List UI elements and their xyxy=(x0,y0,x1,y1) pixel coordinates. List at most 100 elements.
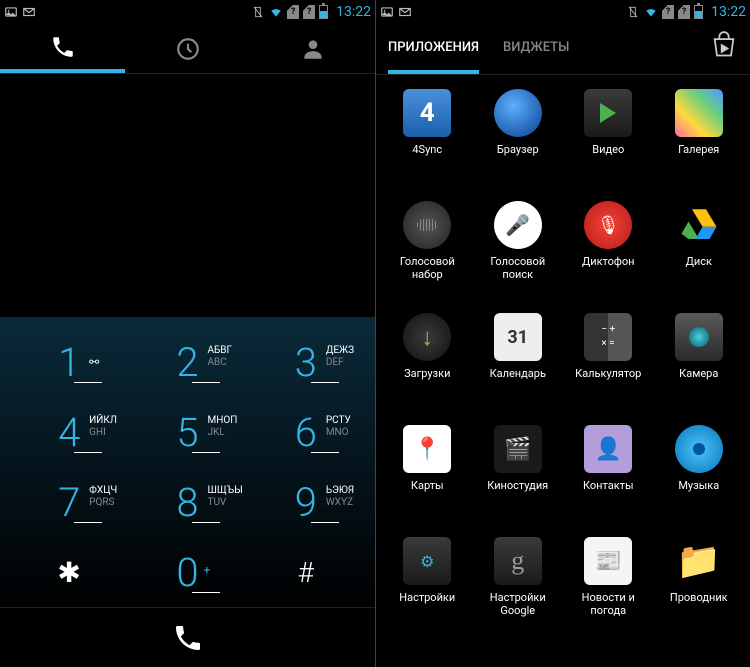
app-browser[interactable]: Браузер xyxy=(475,89,562,193)
key-2[interactable]: 2 АБВГABC xyxy=(128,327,246,397)
contacts-icon xyxy=(584,425,632,473)
vibrate-icon xyxy=(626,5,640,19)
app-label: Голосовой набор xyxy=(387,255,467,281)
wifi-icon xyxy=(644,5,658,19)
gallery-icon xyxy=(675,89,723,137)
app-movie[interactable]: Киностудия xyxy=(475,425,562,529)
app-label: Контакты xyxy=(583,479,634,492)
voicedial-icon xyxy=(403,201,451,249)
downloads-icon xyxy=(403,313,451,361)
key-pound[interactable]: # xyxy=(247,537,365,607)
picture-icon xyxy=(380,5,394,19)
app-camera[interactable]: Камера xyxy=(656,313,743,417)
key-5[interactable]: 5 МНОПJKL xyxy=(128,397,246,467)
app-label: Диктофон xyxy=(582,255,635,268)
key-7[interactable]: 7 ФХЦЧPQRS xyxy=(10,467,128,537)
app-gallery[interactable]: Галерея xyxy=(656,89,743,193)
key-star[interactable]: ✱ xyxy=(10,537,128,607)
app-files[interactable]: Проводник xyxy=(656,537,743,641)
clock-time: 13:22 xyxy=(711,4,746,20)
dialer-body: 1 ⚯ 2 АБВГABC 3 ДЕЖЗDEF 4 ИЙК xyxy=(0,74,375,667)
key-9[interactable]: 9 ЬЭЮЯWXYZ xyxy=(247,467,365,537)
tab-apps[interactable]: ПРИЛОЖЕНИЯ xyxy=(388,24,479,74)
app-label: Новости и погода xyxy=(568,591,648,617)
voicesearch-icon xyxy=(494,201,542,249)
battery-icon xyxy=(694,5,703,19)
app-grid: 4Sync Браузер Видео Галерея Голосовой набор Г… xyxy=(376,75,750,667)
app-drive[interactable]: Диск xyxy=(656,201,743,305)
app-contacts[interactable]: Контакты xyxy=(565,425,652,529)
status-bar: ? ? 13:22 xyxy=(376,0,750,24)
files-icon xyxy=(675,537,723,585)
app-label: Камера xyxy=(679,367,718,380)
tab-dialer[interactable] xyxy=(0,24,125,73)
app-label: Проводник xyxy=(670,591,728,604)
app-music[interactable]: Музыка xyxy=(656,425,743,529)
4sync-icon xyxy=(403,89,451,137)
app-voicesearch[interactable]: Голосовой поиск xyxy=(475,201,562,305)
voicemail-icon: ⚯ xyxy=(89,355,99,369)
app-calendar[interactable]: Календарь xyxy=(475,313,562,417)
picture-icon xyxy=(4,5,18,19)
app-label: Галерея xyxy=(678,143,719,156)
music-icon xyxy=(675,425,723,473)
gsettings-icon xyxy=(494,537,542,585)
app-label: Браузер xyxy=(497,143,539,156)
app-maps[interactable]: Карты xyxy=(384,425,471,529)
app-calc[interactable]: Калькулятор xyxy=(565,313,652,417)
tab-contacts[interactable] xyxy=(250,24,375,73)
app-label: Калькулятор xyxy=(575,367,641,380)
app-label: Диск xyxy=(686,255,712,268)
key-3[interactable]: 3 ДЕЖЗDEF xyxy=(247,327,365,397)
tab-recent[interactable] xyxy=(125,24,250,73)
app-label: Карты xyxy=(411,479,444,492)
calc-icon xyxy=(584,313,632,361)
key-4[interactable]: 4 ИЙКЛGHI xyxy=(10,397,128,467)
app-label: 4Sync xyxy=(412,143,442,156)
app-downloads[interactable]: Загрузки xyxy=(384,313,471,417)
app-news[interactable]: Новости и погода xyxy=(565,537,652,641)
browser-icon xyxy=(494,89,542,137)
drawer-tabs: ПРИЛОЖЕНИЯ ВИДЖЕТЫ xyxy=(376,24,750,74)
key-8[interactable]: 8 ШЩЪЫTUV xyxy=(128,467,246,537)
sim1-icon: ? xyxy=(662,5,674,19)
sim2-icon: ? xyxy=(678,5,690,19)
news-icon xyxy=(584,537,632,585)
movie-icon xyxy=(494,425,542,473)
play-store-icon[interactable] xyxy=(710,31,738,63)
key-6[interactable]: 6 РСТУMNO xyxy=(247,397,365,467)
mail-icon xyxy=(398,5,412,19)
sim1-icon: ? xyxy=(287,5,299,19)
drive-icon xyxy=(675,201,723,249)
call-button[interactable] xyxy=(0,607,375,667)
dialer-screen: ? ? 13:22 1 ⚯ 2 xyxy=(0,0,375,667)
app-label: Киностудия xyxy=(487,479,548,492)
app-voicedial[interactable]: Голосовой набор xyxy=(384,201,471,305)
app-gsettings[interactable]: Настройки Google xyxy=(475,537,562,641)
key-1[interactable]: 1 ⚯ xyxy=(10,327,128,397)
app-video[interactable]: Видео xyxy=(565,89,652,193)
calendar-icon xyxy=(494,313,542,361)
key-0[interactable]: 0 + xyxy=(128,537,246,607)
clock-time: 13:22 xyxy=(336,4,371,20)
camera-icon xyxy=(675,313,723,361)
battery-icon xyxy=(319,5,328,19)
mail-icon xyxy=(22,5,36,19)
app-label: Голосовой поиск xyxy=(478,255,558,281)
recorder-icon xyxy=(584,201,632,249)
app-drawer-screen: ? ? 13:22 ПРИЛОЖЕНИЯ ВИДЖЕТЫ 4Sync Браузе… xyxy=(375,0,750,667)
maps-icon xyxy=(403,425,451,473)
sim2-icon: ? xyxy=(303,5,315,19)
tab-widgets[interactable]: ВИДЖЕТЫ xyxy=(503,22,569,72)
app-4sync[interactable]: 4Sync xyxy=(384,89,471,193)
app-label: Видео xyxy=(592,143,624,156)
dialpad: 1 ⚯ 2 АБВГABC 3 ДЕЖЗDEF 4 ИЙК xyxy=(0,317,375,607)
wifi-icon xyxy=(269,5,283,19)
app-settings[interactable]: Настройки xyxy=(384,537,471,641)
app-label: Настройки Google xyxy=(478,591,558,617)
vibrate-icon xyxy=(251,5,265,19)
settings-icon xyxy=(403,537,451,585)
app-label: Загрузки xyxy=(404,367,450,380)
app-recorder[interactable]: Диктофон xyxy=(565,201,652,305)
app-label: Календарь xyxy=(490,367,546,380)
